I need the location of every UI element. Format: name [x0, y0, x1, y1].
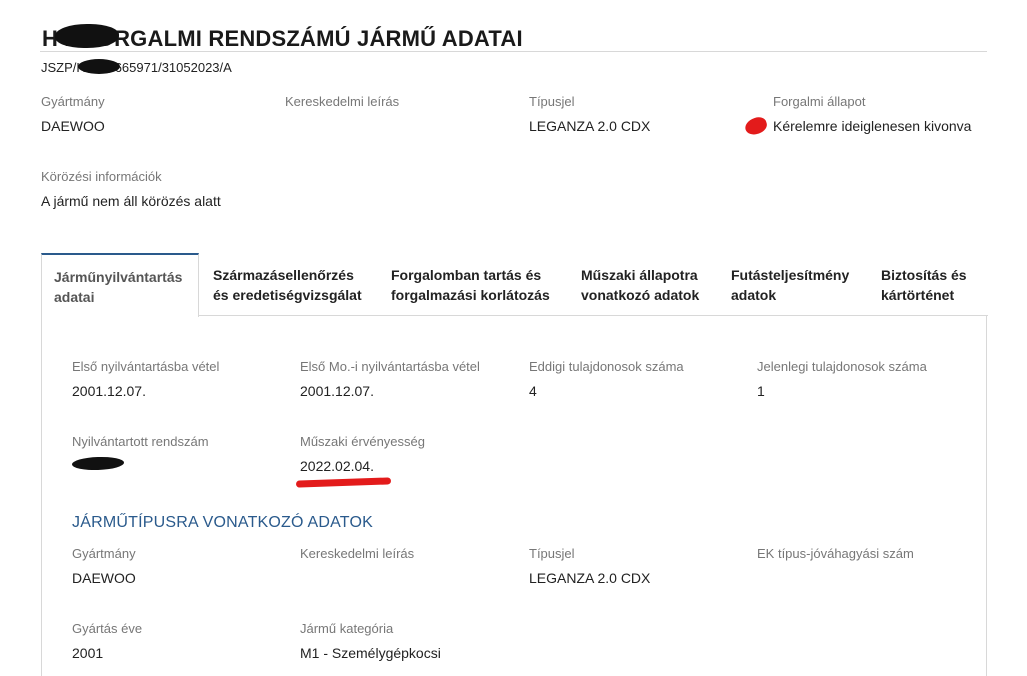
vt-production-year-label: Gyártás éve: [72, 621, 143, 636]
traffic-status-value: Kérelemre ideiglenesen kivonva: [773, 118, 972, 134]
vt-commercial-label: Kereskedelmi leírás: [300, 546, 415, 561]
inspection-validity-label: Műszaki érvényesség: [300, 434, 425, 449]
vt-type-code-label: Típusjel: [529, 546, 575, 561]
previous-owners-label: Eddigi tulajdonosok száma: [529, 359, 684, 374]
vt-manufacturer-value: DAEWOO: [72, 570, 136, 586]
vt-ek-approval-label: EK típus-jóváhagyási szám: [757, 546, 914, 561]
reference-number: JSZP/H 1/73665971/31052023/A: [41, 60, 232, 75]
vt-category-label: Jármű kategória: [300, 621, 394, 636]
vt-category-value: M1 - Személygépkocsi: [300, 645, 441, 661]
wanted-info-value: A jármű nem áll körözés alatt: [41, 193, 221, 209]
first-registration-label: Első nyilvántartásba vétel: [72, 359, 220, 374]
tab-insurance-damage[interactable]: Biztosítás és kártörténet: [869, 253, 987, 315]
traffic-status-label: Forgalmi állapot: [773, 94, 866, 109]
previous-owners-value: 4: [529, 383, 537, 399]
tab-label: Biztosítás és kártörténet: [881, 267, 967, 303]
vehicle-type-heading: JÁRMŰTÍPUSRA VONATKOZÓ ADATOK: [72, 514, 373, 531]
tab-origin-check[interactable]: Származásellenőrzés és eredetiségvizsgál…: [201, 253, 379, 315]
inspection-validity-value: 2022.02.04.: [300, 458, 374, 474]
status-indicator-icon: [743, 114, 769, 138]
vt-production-year-value: 2001: [72, 645, 104, 661]
current-owners-label: Jelenlegi tulajdonosok száma: [757, 359, 927, 374]
tab-label: Származásellenőrzés és eredetiségvizsgál…: [213, 267, 362, 303]
tab-label: Műszaki állapotra vonatkozó adatok: [581, 267, 700, 303]
tab-technical-condition[interactable]: Műszaki állapotra vonatkozó adatok: [569, 253, 721, 315]
tab-bar: Járműnyilvántartás adatai Származásellen…: [41, 253, 988, 317]
tab-vehicle-registry[interactable]: Járműnyilvántartás adatai: [41, 253, 199, 317]
redaction-mark: [78, 59, 120, 74]
vt-manufacturer-label: Gyártmány: [72, 546, 136, 561]
title-divider: [40, 51, 987, 52]
vt-type-code-value: LEGANZA 2.0 CDX: [529, 570, 651, 586]
registered-plate-label: Nyilvántartott rendszám: [72, 434, 209, 449]
tab-label: Járműnyilvántartás adatai: [54, 269, 183, 305]
manufacturer-value: DAEWOO: [41, 118, 105, 134]
first-hu-registration-label: Első Mo.-i nyilvántartásba vétel: [300, 359, 480, 374]
wanted-info-label: Körözési információk: [41, 169, 162, 184]
redaction-mark: [55, 24, 119, 48]
manufacturer-label: Gyártmány: [41, 94, 105, 109]
first-registration-value: 2001.12.07.: [72, 383, 146, 399]
tab-label: Futásteljesítmény adatok: [731, 267, 850, 303]
tab-mileage[interactable]: Futásteljesítmény adatok: [719, 253, 869, 315]
type-code-value: LEGANZA 2.0 CDX: [529, 118, 651, 134]
tab-label: Forgalomban tartás és forgalmazási korlá…: [391, 267, 550, 303]
current-owners-value: 1: [757, 383, 765, 399]
commercial-description-label: Kereskedelmi leírás: [285, 94, 400, 109]
first-hu-registration-value: 2001.12.07.: [300, 383, 374, 399]
type-code-label: Típusjel: [529, 94, 575, 109]
tab-traffic-restrictions[interactable]: Forgalomban tartás és forgalmazási korlá…: [379, 253, 571, 315]
